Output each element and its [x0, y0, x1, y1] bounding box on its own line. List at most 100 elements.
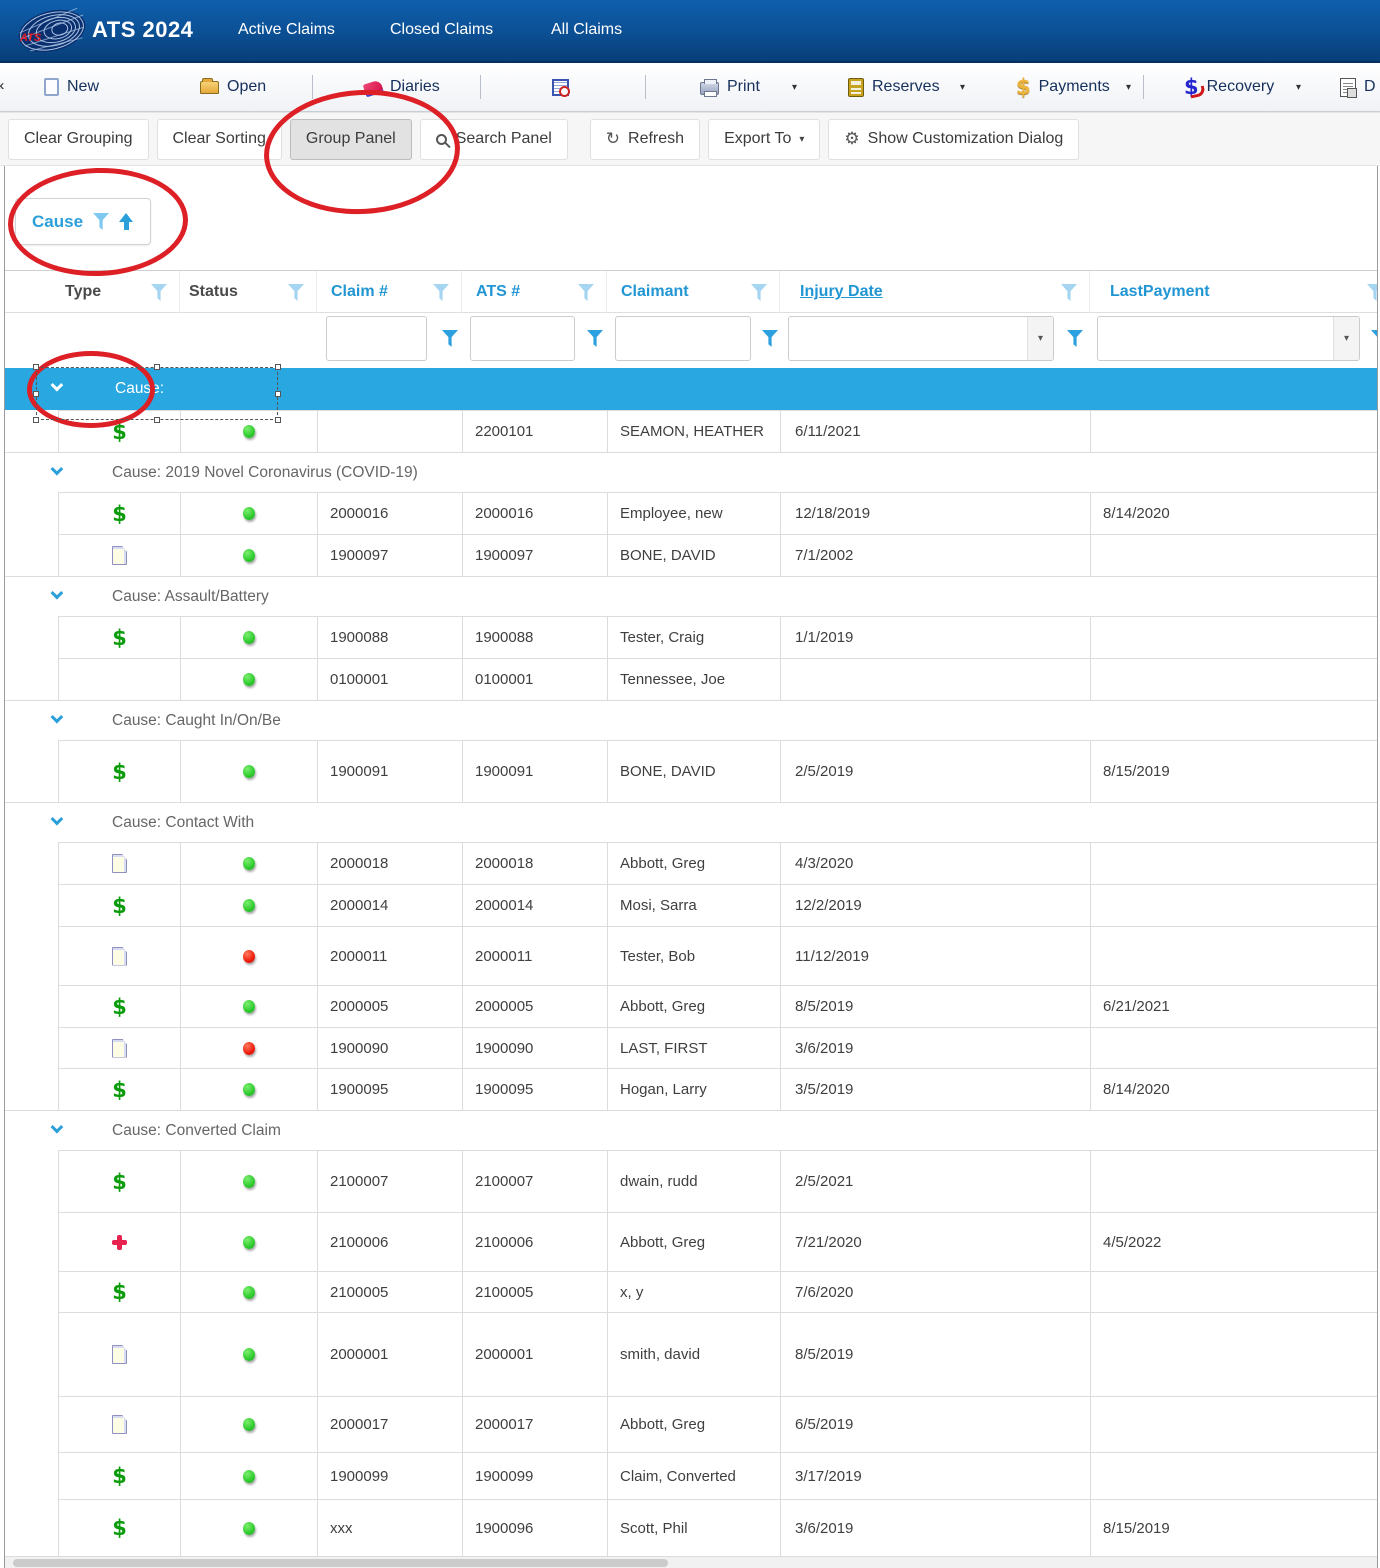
- open-button[interactable]: Open: [200, 63, 266, 111]
- chevron-down-icon[interactable]: [51, 812, 64, 825]
- status-green-dot: [243, 425, 255, 438]
- table-row[interactable]: 20000182000018Abbott, Greg4/3/2020: [58, 842, 1378, 884]
- documents-button[interactable]: D: [1340, 63, 1376, 111]
- claim-number-filter-input[interactable]: [326, 316, 427, 361]
- show-customization-dialog-button[interactable]: ⚙ Show Customization Dialog: [828, 119, 1079, 160]
- filter-funnel-icon[interactable]: [751, 284, 767, 301]
- group-row[interactable]: Cause: Assault/Battery: [5, 576, 1378, 616]
- cell-claimant: Abbott, Greg: [608, 1213, 781, 1271]
- table-row[interactable]: 21000062100006Abbott, Greg7/21/20204/5/2…: [58, 1212, 1378, 1271]
- recovery-dropdown-caret[interactable]: ▾: [1296, 82, 1301, 93]
- group-row[interactable]: Cause: Converted Claim: [5, 1110, 1378, 1150]
- column-header-injury-date[interactable]: Injury Date: [780, 271, 1090, 313]
- group-panel-button[interactable]: Group Panel: [290, 119, 412, 160]
- recovery-button[interactable]: $ Recovery: [1184, 63, 1274, 111]
- chevron-down-icon[interactable]: [51, 710, 64, 723]
- column-header-claim-number[interactable]: Claim #: [317, 271, 462, 313]
- filter-funnel-icon[interactable]: [587, 330, 603, 347]
- reserves-dropdown-caret[interactable]: ▾: [960, 82, 965, 93]
- group-row[interactable]: Cause: Caught In/On/Be: [5, 700, 1378, 740]
- table-row[interactable]: 01000010100001Tennessee, Joe: [58, 658, 1378, 700]
- diaries-button[interactable]: Diaries: [364, 63, 440, 111]
- table-row[interactable]: $19000881900088Tester, Craig1/1/2019: [58, 616, 1378, 658]
- table-row[interactable]: 20000012000001smith, david8/5/2019: [58, 1312, 1378, 1396]
- table-row[interactable]: 19000901900090LAST, FIRST3/6/2019: [58, 1027, 1378, 1068]
- claimant-filter-input[interactable]: [615, 316, 751, 361]
- clear-grouping-button[interactable]: Clear Grouping: [8, 119, 149, 160]
- cell-claim-number: xxx: [318, 1500, 463, 1556]
- nav-active-claims[interactable]: Active Claims: [238, 21, 335, 39]
- spreadsheet-button[interactable]: [552, 63, 577, 111]
- last-payment-filter-input[interactable]: ▾: [1097, 316, 1360, 361]
- table-row[interactable]: 19000971900097BONE, DAVID7/1/2002: [58, 534, 1378, 576]
- group-by-cause-chip[interactable]: Cause: [15, 198, 151, 245]
- table-row[interactable]: $20000142000014Mosi, Sarra12/2/2019: [58, 884, 1378, 926]
- filter-funnel-icon[interactable]: [288, 284, 304, 301]
- payments-dropdown-caret[interactable]: ▾: [1126, 82, 1131, 93]
- nav-closed-claims[interactable]: Closed Claims: [390, 21, 493, 39]
- ats-number-filter-input[interactable]: [470, 316, 575, 361]
- table-row[interactable]: $21000052100005x, y7/6/2020: [58, 1271, 1378, 1312]
- filter-funnel-icon[interactable]: [762, 330, 778, 347]
- refresh-button[interactable]: ↻ Refresh: [590, 119, 700, 160]
- filter-funnel-icon[interactable]: [433, 284, 449, 301]
- cell-last-payment: [1091, 843, 1378, 884]
- column-header-ats-number[interactable]: ATS #: [462, 271, 607, 313]
- group-row[interactable]: Cause: Contact With: [5, 802, 1378, 842]
- scrollbar-thumb[interactable]: [13, 1559, 668, 1567]
- filter-funnel-icon[interactable]: [1061, 284, 1077, 301]
- chevron-down-icon[interactable]: [51, 1120, 64, 1133]
- cell-status: [181, 741, 318, 802]
- filter-funnel-icon[interactable]: [1367, 284, 1378, 301]
- column-header-type[interactable]: Type: [58, 271, 180, 313]
- payments-button[interactable]: $ Payments: [1016, 63, 1110, 111]
- export-to-button[interactable]: Export To ▾: [708, 119, 820, 160]
- table-row[interactable]: $19000991900099Claim, Converted3/17/2019: [58, 1452, 1378, 1499]
- horizontal-scrollbar[interactable]: [5, 1556, 1378, 1568]
- cell-claimant: BONE, DAVID: [608, 741, 781, 802]
- clear-sorting-button[interactable]: Clear Sorting: [157, 119, 282, 160]
- nav-all-claims[interactable]: All Claims: [551, 21, 622, 39]
- sort-ascending-icon[interactable]: [119, 213, 134, 230]
- print-button[interactable]: Print: [700, 63, 760, 111]
- cell-claimant: Hogan, Larry: [608, 1069, 781, 1110]
- group-row[interactable]: Cause:: [5, 368, 1378, 410]
- table-row[interactable]: $19000911900091BONE, DAVID2/5/20198/15/2…: [58, 740, 1378, 802]
- table-row[interactable]: $21000072100007dwain, rudd2/5/2021: [58, 1150, 1378, 1212]
- cell-status: [181, 411, 318, 452]
- table-row[interactable]: $20000162000016Employee, new12/18/20198/…: [58, 492, 1378, 534]
- table-row[interactable]: $xxx1900096Scott, Phil3/6/20198/15/2019: [58, 1499, 1378, 1556]
- table-row[interactable]: $2200101SEAMON, HEATHER6/11/2021: [58, 410, 1378, 452]
- column-header-status[interactable]: Status: [180, 271, 317, 313]
- cell-type: [59, 927, 181, 985]
- search-panel-button[interactable]: Search Panel: [420, 119, 568, 160]
- chevron-down-icon[interactable]: [51, 462, 64, 475]
- cell-injury-date: 1/1/2019: [781, 617, 1091, 658]
- injury-date-filter-input[interactable]: ▾: [788, 316, 1054, 361]
- claim-type-dollar-icon: $: [112, 1464, 127, 1488]
- new-button[interactable]: New: [44, 63, 99, 111]
- group-row[interactable]: Cause: 2019 Novel Coronavirus (COVID-19): [5, 452, 1378, 492]
- chevron-down-icon[interactable]: ▾: [1027, 317, 1053, 360]
- toolbar-overflow-indicator[interactable]: «: [0, 77, 4, 94]
- reserves-button[interactable]: Reserves: [848, 63, 940, 111]
- filter-funnel-icon[interactable]: [1371, 330, 1378, 347]
- top-navbar: ATS ATS 2024 Active Claims Closed Claims…: [0, 0, 1380, 63]
- filter-funnel-icon[interactable]: [1067, 330, 1083, 347]
- cell-ats-number: 2100006: [463, 1213, 608, 1271]
- column-header-claimant[interactable]: Claimant: [607, 271, 780, 313]
- filter-funnel-icon[interactable]: [578, 284, 594, 301]
- chevron-down-icon[interactable]: [51, 586, 64, 599]
- table-row[interactable]: 20000172000017Abbott, Greg6/5/2019: [58, 1396, 1378, 1452]
- cell-injury-date: 3/6/2019: [781, 1500, 1091, 1556]
- chevron-down-icon[interactable]: ▾: [1333, 317, 1359, 360]
- filter-funnel-icon[interactable]: [151, 284, 167, 301]
- table-row[interactable]: 20000112000011Tester, Bob11/12/2019: [58, 926, 1378, 985]
- chevron-down-icon[interactable]: [51, 379, 64, 392]
- table-row[interactable]: $20000052000005Abbott, Greg8/5/20196/21/…: [58, 985, 1378, 1027]
- filter-funnel-icon[interactable]: [442, 330, 458, 347]
- table-row[interactable]: $19000951900095Hogan, Larry3/5/20198/14/…: [58, 1068, 1378, 1110]
- filter-funnel-icon[interactable]: [93, 213, 109, 230]
- print-dropdown-caret[interactable]: ▾: [792, 82, 797, 93]
- column-header-last-payment[interactable]: LastPayment: [1090, 271, 1378, 313]
